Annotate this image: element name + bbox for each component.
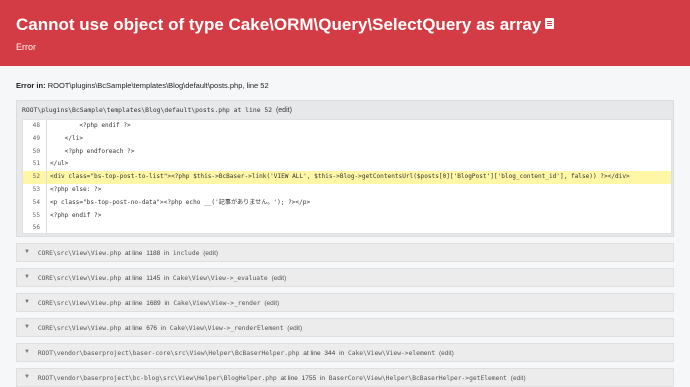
frame-edit-link[interactable]: (edit) [511, 375, 526, 382]
frame-edit-link[interactable]: (edit) [203, 250, 218, 257]
frame-path: CORE\src\View\View.php [37, 250, 122, 257]
line-number: 53 [23, 183, 47, 197]
frame-in-label: in [160, 325, 166, 332]
code-line: 55 <?php endif ?> [23, 209, 671, 223]
frame-path: ROOT\vendor\baserproject\baser-core\src\… [37, 350, 300, 357]
code-frame: ROOT\plugins\BcSample\templates\Blog\def… [16, 100, 674, 237]
code-line: 50 <?php endforeach ?> [23, 145, 671, 159]
stack-frame[interactable]: ▼ CORE\src\View\View.php at line 1145 in… [16, 268, 674, 287]
frame-path: CORE\src\View\View.php [37, 275, 122, 282]
line-code: <?php else: ?> [50, 185, 102, 193]
line-number: 48 [23, 120, 47, 133]
code-frame-file: ROOT\plugins\BcSample\templates\Blog\def… [22, 106, 273, 114]
frame-edit-link[interactable]: (edit) [287, 325, 302, 332]
line-code: </li> [50, 134, 84, 142]
error-in-label: Error in: [16, 81, 46, 90]
code-line: 49 </li> [23, 132, 671, 146]
line-code: <?php endif ?> [50, 211, 102, 219]
frame-function: Cake\View\View->_render [173, 300, 261, 307]
code-line: 56 [23, 222, 671, 236]
error-type: Error [16, 42, 36, 52]
expand-toggle-icon[interactable]: ▼ [21, 346, 33, 358]
frame-in-label: in [164, 300, 170, 307]
frame-path: ROOT\vendor\baserproject\bc-blog\src\Vie… [37, 375, 277, 382]
frame-line: 1755 [301, 375, 317, 382]
frame-line: 1145 [146, 275, 161, 282]
frame-line: 676 [146, 325, 158, 332]
code-line: 53 <?php else: ?> [23, 183, 671, 197]
expand-toggle-icon[interactable]: ▼ [21, 271, 33, 283]
stack-frame[interactable]: ▼ CORE\src\View\View.php at line 1188 in… [16, 243, 674, 262]
frame-path: CORE\src\View\View.php [37, 300, 122, 307]
code-line: 54 <p class="bs-top-post-no-data"><?php e… [23, 196, 671, 210]
stack-frame[interactable]: ▼ CORE\src\View\View.php at line 676 in … [16, 318, 674, 337]
code-frame-title: ROOT\plugins\BcSample\templates\Blog\def… [22, 105, 668, 115]
expand-toggle-icon[interactable]: ▼ [21, 371, 33, 383]
line-number: 51 [23, 158, 47, 172]
stack-trace: ▼ CORE\src\View\View.php at line 1188 in… [16, 243, 674, 387]
expand-toggle-icon[interactable]: ▼ [21, 246, 33, 258]
frame-at-label: at line [280, 375, 298, 382]
stack-frame[interactable]: ▼ ROOT\vendor\baserproject\baser-core\sr… [16, 343, 674, 362]
frame-line: 1188 [146, 250, 161, 257]
expand-toggle-icon[interactable]: ▼ [21, 321, 33, 333]
line-code: </ul> [50, 160, 69, 168]
line-number: 54 [23, 196, 47, 210]
frame-path: CORE\src\View\View.php [37, 325, 122, 332]
frame-function: include [172, 250, 200, 257]
frame-edit-link[interactable]: (edit) [439, 350, 454, 357]
line-code: <div class="bs-top-post-to-list"><?php $… [50, 173, 630, 181]
line-number: 50 [23, 145, 47, 159]
code-excerpt: 48 <?php endif ?> 49 </li> 50 <?php endfor… [22, 119, 672, 236]
stack-frame[interactable]: ▼ CORE\src\View\View.php at line 1689 in… [16, 293, 674, 312]
frame-function: Cake\View\View->_evaluate [172, 275, 268, 282]
stack-frame[interactable]: ▼ ROOT\vendor\baserproject\bc-blog\src\V… [16, 368, 674, 387]
frame-at-label: at line [125, 300, 143, 307]
copy-icon[interactable] [545, 18, 555, 30]
frame-in-label: in [319, 375, 325, 382]
expand-toggle-icon[interactable]: ▼ [21, 296, 33, 308]
line-number: 56 [23, 222, 47, 236]
line-number: 49 [23, 132, 47, 146]
frame-in-label: in [164, 275, 170, 282]
frame-function: Cake\View\View->_renderElement [169, 325, 284, 332]
error-header: Cannot use object of type Cake\ORM\Query… [0, 0, 690, 66]
code-line: 48 <?php endif ?> [23, 120, 671, 133]
code-line: 51 </ul> [23, 158, 671, 172]
line-code: <?php endif ?> [50, 122, 131, 129]
frame-at-label: at line [125, 275, 143, 282]
line-code: <p class="bs-top-post-no-data"><?php ech… [50, 198, 311, 206]
frame-edit-link[interactable]: (edit) [271, 275, 286, 282]
line-number: 55 [23, 209, 47, 223]
frame-line: 1689 [146, 300, 161, 307]
frame-at-label: at line [125, 250, 143, 257]
frame-at-label: at line [125, 325, 143, 332]
code-frame-edit-link[interactable]: (edit) [276, 107, 292, 114]
error-title-text: Cannot use object of type Cake\ORM\Query… [16, 15, 542, 34]
frame-in-label: in [164, 250, 170, 257]
line-code: <?php endforeach ?> [50, 147, 135, 155]
error-location: Error in: ROOT\plugins\BcSample\template… [0, 66, 690, 90]
error-title: Cannot use object of type Cake\ORM\Query… [16, 14, 674, 36]
frame-at-label: at line [303, 350, 321, 357]
frame-in-label: in [339, 350, 345, 357]
frame-function: Cake\View\View->element [347, 350, 436, 357]
frame-line: 344 [324, 350, 336, 357]
code-line: 52 <div class="bs-top-post-to-list"><?php… [23, 171, 671, 184]
frame-function: BaserCore\View\Helper\BcBaserHelper->get… [328, 375, 507, 382]
error-in-path: ROOT\plugins\BcSample\templates\Blog\def… [47, 81, 269, 90]
line-number: 52 [23, 171, 47, 184]
frame-edit-link[interactable]: (edit) [264, 300, 279, 307]
